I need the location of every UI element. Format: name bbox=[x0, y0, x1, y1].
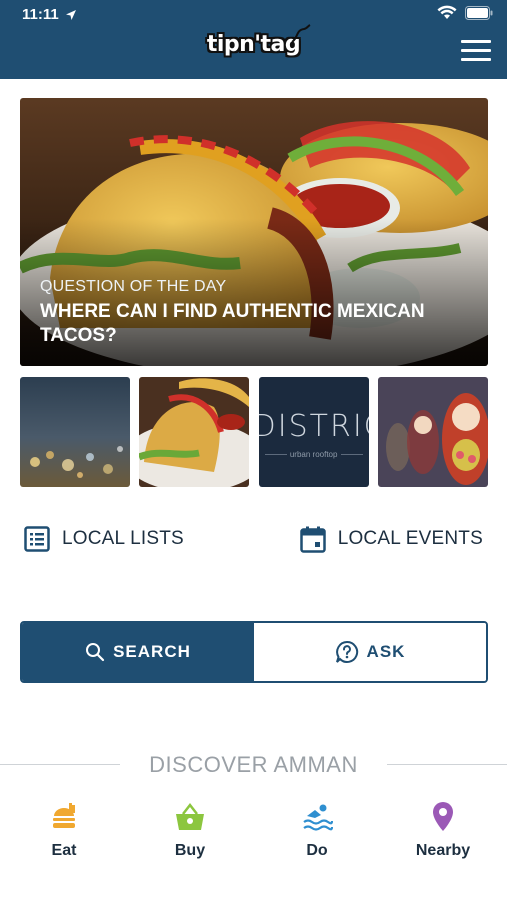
category-eat[interactable]: Eat bbox=[19, 800, 109, 860]
app-logo[interactable]: tipn'tag bbox=[207, 32, 301, 57]
app-header: 11:11 tipn'tag bbox=[0, 0, 507, 79]
logo-tail-icon bbox=[291, 24, 311, 43]
location-arrow-icon bbox=[65, 9, 76, 20]
hero-title: WHERE CAN I FIND AUTHENTIC MEXICAN TACOS… bbox=[40, 301, 425, 346]
status-time: 11:11 bbox=[22, 6, 77, 23]
thumbnail-city-lights[interactable] bbox=[20, 377, 130, 487]
category-do-label: Do bbox=[306, 842, 328, 859]
local-lists-link[interactable]: LOCAL LISTS bbox=[24, 526, 184, 552]
calendar-icon bbox=[299, 526, 326, 553]
question-bubble-icon bbox=[335, 640, 358, 663]
divider bbox=[387, 764, 507, 765]
district-subtitle: urban rooftop bbox=[289, 450, 338, 459]
burger-icon bbox=[53, 803, 75, 828]
question-of-the-day-card[interactable]: QUESTION OF THE DAY WHERE CAN I FIND AUT… bbox=[20, 98, 488, 366]
ask-label: ASK bbox=[366, 642, 406, 661]
search-button[interactable]: SEARCH bbox=[22, 623, 254, 681]
matryoshka-dolls-image bbox=[377, 377, 488, 487]
local-events-link[interactable]: LOCAL EVENTS bbox=[299, 526, 483, 553]
category-eat-label: Eat bbox=[51, 842, 77, 859]
hero-text: QUESTION OF THE DAY WHERE CAN I FIND AUT… bbox=[40, 278, 458, 348]
swimmer-icon bbox=[303, 804, 333, 831]
battery-icon bbox=[465, 5, 493, 20]
category-nearby[interactable]: Nearby bbox=[398, 800, 488, 860]
discover-categories: Eat Buy Do Nearby bbox=[0, 800, 507, 870]
discover-section-header: DISCOVER AMMAN bbox=[0, 752, 507, 778]
hero-kicker: QUESTION OF THE DAY bbox=[40, 278, 227, 295]
search-ask-toggle: SEARCH ASK bbox=[20, 621, 488, 683]
thumbnail-district[interactable]: DISTRIC urban rooftop bbox=[258, 377, 369, 487]
local-events-label: LOCAL EVENTS bbox=[337, 528, 483, 549]
hamburger-menu-icon[interactable] bbox=[461, 40, 491, 62]
category-nearby-label: Nearby bbox=[415, 842, 471, 859]
thumbnail-matryoshka[interactable] bbox=[377, 377, 488, 487]
category-do[interactable]: Do bbox=[272, 800, 362, 860]
search-label: SEARCH bbox=[113, 642, 191, 661]
wifi-icon bbox=[437, 5, 457, 19]
search-icon bbox=[86, 643, 105, 662]
status-indicators bbox=[437, 5, 493, 20]
featured-thumbnails: DISTRIC urban rooftop bbox=[20, 377, 488, 487]
district-logo-text: DISTRIC bbox=[258, 409, 369, 444]
thumbnail-tacos[interactable] bbox=[139, 377, 250, 487]
discover-title: DISCOVER AMMAN bbox=[149, 752, 358, 777]
category-buy[interactable]: Buy bbox=[145, 800, 235, 860]
tacos-thumbnail-image bbox=[139, 377, 250, 487]
category-buy-label: Buy bbox=[174, 842, 206, 859]
basket-icon bbox=[176, 802, 204, 830]
ask-button[interactable]: ASK bbox=[254, 623, 486, 681]
list-icon bbox=[24, 526, 50, 552]
local-links: LOCAL LISTS LOCAL EVENTS bbox=[24, 522, 483, 556]
city-lights-image bbox=[20, 377, 130, 487]
clock-text: 11:11 bbox=[22, 6, 59, 23]
location-pin-icon bbox=[433, 802, 453, 831]
local-lists-label: LOCAL LISTS bbox=[62, 528, 184, 549]
